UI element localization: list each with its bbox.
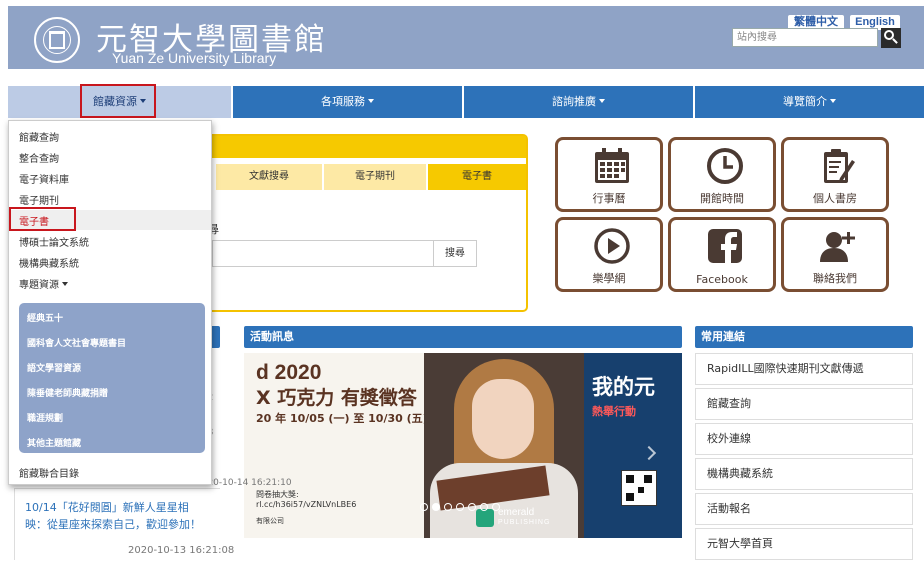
play-icon [594,228,630,264]
university-seal-icon[interactable] [34,17,80,63]
menu-item-databases[interactable]: 電子資料庫 [19,171,69,186]
menu-item-integrated-search[interactable]: 整合查詢 [19,150,59,165]
event-banner[interactable]: d 2020 X 巧克力 有獎徵答 20 年 10/05 (一) 至 10/30… [244,353,682,538]
emerald-brand-name: emerald [498,507,535,518]
carousel-dot-5[interactable] [468,503,476,511]
link-offcampus[interactable]: 校外連線 [695,423,913,455]
banner-survey-url: rl.cc/h36i57/vZNLVnLBE6 [256,500,357,509]
carousel-dot-1[interactable] [420,503,428,511]
link-repository[interactable]: 機構典藏系統 [695,458,913,490]
link-rapidill[interactable]: RapidILL國際快速期刊文獻傳遞 [695,353,913,385]
carousel-dot-6[interactable] [480,503,488,511]
menu-item-topics[interactable]: 專題資源 [19,276,68,291]
tab-ejournal[interactable]: 電子期刊 [324,164,426,190]
menu-item-repository[interactable]: 機構典藏系統 [19,255,79,270]
news-border [14,488,15,560]
tile-music-label: 樂學網 [592,272,626,285]
tab-document-search[interactable]: 文獻搜尋 [216,164,322,190]
caret-down-icon [830,99,836,103]
submenu-item[interactable]: 陳垂健老師典藏捐贈 [27,386,108,399]
caret-down-icon [62,282,68,286]
emerald-logo-icon [476,509,494,527]
tile-my-library[interactable]: 個人書房 [781,137,889,212]
banner-dates: 20 年 10/05 (一) 至 10/30 (五) [256,412,428,425]
qr-code-icon [621,470,657,506]
facebook-icon [708,229,742,266]
nav-services[interactable]: 各項服務 [233,86,462,118]
submenu-item[interactable]: 國科會人文社會專題書目 [27,336,126,349]
banner-headline: X 巧克力 有獎徵答 [256,387,417,409]
carousel-dot-2[interactable] [432,503,440,511]
banner-company: 有限公司 [256,517,284,525]
search-submit-button[interactable]: 搜尋 [433,240,477,267]
nav-services-label: 各項服務 [321,95,365,108]
events-section-header: 活動訊息 [244,326,682,348]
links-section-header: 常用連結 [695,326,913,348]
calendar-icon [595,148,629,183]
menu-item-theses[interactable]: 博碩士論文系統 [19,234,89,249]
tile-facebook-label: Facebook [696,273,748,286]
holdings-dropdown-menu: 館藏查詢 整合查詢 電子資料庫 電子期刊 電子書 博碩士論文系統 機構典藏系統 … [8,120,212,485]
link-event-signup[interactable]: 活動報名 [695,493,913,525]
search-panel: 文獻搜尋 電子期刊 電子書 尋 搜尋 [196,134,528,312]
emerald-brand: emerald PUBLISHING [498,508,550,528]
news-timestamp: 2020-10-13 16:21:08 [128,545,235,556]
clipboard-pen-icon [824,149,855,183]
library-title-en[interactable]: Yuan Ze University Library [112,50,276,66]
tile-calendar[interactable]: 行事曆 [555,137,663,212]
tab-ebook[interactable]: 電子書 [428,164,526,190]
banner-survey-label: 問卷抽大獎: [256,490,299,499]
menu-item-topics-label: 專題資源 [19,280,59,291]
banner-right-subtitle: 熱舉行動 [592,405,636,418]
tile-opening-hours[interactable]: 開館時間 [668,137,776,212]
site-header: 元智大學圖書館 Yuan Ze University Library 繁體中文 … [8,6,924,69]
menu-item-ejournals[interactable]: 電子期刊 [19,192,59,207]
submenu-item[interactable]: 語文學習資源 [27,361,81,374]
tile-facebook[interactable]: Facebook [668,217,776,292]
caret-down-icon [368,99,374,103]
banner-year: d 2020 [256,361,322,384]
clock-icon [707,148,743,184]
news-item-link[interactable]: 10/14「花好閱圓」新鮮人星星相映：從星座來探索自己，歡迎參加！ [25,499,205,533]
banner-right-title: 我的元 [592,375,655,399]
link-yzu-home[interactable]: 元智大學首頁 [695,528,913,560]
ebook-search-input[interactable] [212,240,433,267]
tile-hours-label: 開館時間 [700,192,744,205]
carousel-dot-3[interactable] [444,503,452,511]
tile-learning-web[interactable]: 樂學網 [555,217,663,292]
topics-submenu: 經典五十 國科會人文社會專題書目 語文學習資源 陳垂健老師典藏捐贈 職涯規劃 其… [19,303,205,453]
nav-guide-label: 導覽簡介 [783,95,827,108]
add-user-icon [820,232,855,262]
link-catalog[interactable]: 館藏查詢 [695,388,913,420]
submenu-item[interactable]: 其他主題館藏 [27,436,81,449]
banner-right-panel: 我的元 熱舉行動 [584,353,682,538]
nav-consult[interactable]: 諮詢推廣 [464,86,693,118]
highlight-box [9,207,76,231]
search-button[interactable] [881,28,901,48]
menu-item-catalog[interactable]: 館藏查詢 [19,129,59,144]
menu-item-union-catalog[interactable]: 館藏聯合目錄 [19,465,79,480]
news-divider [14,488,220,489]
emerald-brand-sub: PUBLISHING [498,519,551,526]
submenu-item[interactable]: 經典五十 [27,311,63,324]
nav-consult-label: 諮詢推廣 [552,95,596,108]
site-search-input[interactable]: 站內搜尋 [732,28,878,47]
highlight-box [80,84,156,118]
carousel-dot-7[interactable] [492,503,500,511]
tile-contact-label: 聯絡我們 [813,272,857,285]
tile-mylib-label: 個人書房 [813,192,857,205]
carousel-dot-4[interactable] [456,503,464,511]
submenu-item[interactable]: 職涯規劃 [27,411,63,424]
caret-down-icon [599,99,605,103]
tile-contact-us[interactable]: 聯絡我們 [781,217,889,292]
banner-text-panel: d 2020 X 巧克力 有獎徵答 20 年 10/05 (一) 至 10/30… [244,353,428,538]
search-panel-header [198,136,526,158]
nav-guide[interactable]: 導覽簡介 [695,86,924,118]
tile-calendar-label: 行事曆 [592,192,626,205]
